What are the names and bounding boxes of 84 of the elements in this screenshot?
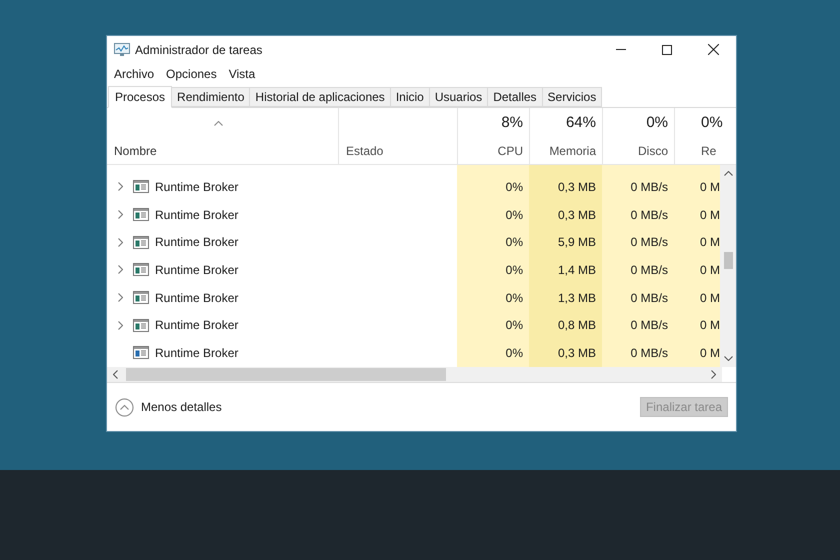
column-usage-percent: 64% [566, 112, 596, 132]
tab[interactable]: Rendimiento [172, 87, 250, 107]
table-cell-text: 0 M [700, 234, 720, 252]
scroll-down-icon[interactable] [724, 356, 733, 361]
menu-item[interactable]: Vista [222, 64, 262, 82]
table-cell: 0% [457, 173, 529, 201]
scrollbar-thumb[interactable] [724, 252, 733, 269]
process-name: Runtime Broker [155, 234, 238, 252]
maximize-icon [662, 44, 672, 54]
table-cell-text: 0 M [700, 178, 720, 196]
app-window-icon [133, 208, 149, 222]
expand-chevron-icon[interactable] [118, 182, 122, 192]
table-cell: 0 MB/s [602, 311, 674, 340]
tab[interactable]: Inicio [390, 87, 430, 107]
app-window-icon [133, 236, 149, 249]
column-header[interactable]: Disco [638, 142, 668, 160]
menu-item[interactable]: Opciones [160, 64, 223, 82]
menu-item[interactable]: Archivo [108, 64, 160, 82]
task-manager-icon [114, 42, 130, 56]
table-cell-text: 0 M [700, 290, 720, 307]
horizontal-scrollbar[interactable] [107, 367, 722, 382]
process-name: Runtime Broker [155, 206, 238, 224]
column-usage-percent: 0% [646, 112, 668, 132]
app-window-icon [133, 291, 149, 304]
table-cell: 1,3 MB [529, 284, 602, 312]
minimize-icon [616, 49, 626, 50]
process-name: Runtime Broker [155, 178, 238, 196]
app-window-icon [133, 263, 149, 276]
tab[interactable]: Usuarios [430, 87, 488, 107]
table-cell: 5,9 MB [529, 228, 602, 256]
column-header[interactable]: Re [701, 142, 716, 160]
expand-chevron-icon[interactable] [118, 238, 122, 247]
table-cell-text: 0 M [700, 317, 720, 334]
app-window-icon [133, 346, 149, 360]
table-cell: 0,3 MB [529, 173, 602, 201]
table-cell: 0 MB/s [602, 173, 674, 201]
process-name: Runtime Broker [155, 317, 238, 334]
tab[interactable]: Servicios [542, 87, 602, 107]
scroll-right-icon[interactable] [711, 370, 716, 379]
table-cell: 0 MB/s [602, 284, 674, 312]
tab[interactable]: Detalles [488, 87, 543, 107]
close-icon [708, 44, 718, 55]
process-name: Runtime Broker [155, 262, 238, 279]
table-cell: 0% [457, 284, 529, 312]
scroll-left-icon[interactable] [113, 370, 118, 379]
table-cell: 0 MB/s [602, 256, 674, 284]
column-header[interactable]: CPU [498, 142, 523, 160]
table-cell: 0% [457, 256, 529, 284]
process-name: Runtime Broker [155, 290, 238, 307]
column-header[interactable]: Estado [346, 142, 457, 160]
table-cell: 0 MB/s [602, 228, 674, 256]
expand-chevron-icon[interactable] [118, 265, 122, 274]
app-window-icon [133, 180, 149, 194]
tab[interactable]: Historial de aplicaciones [250, 87, 391, 107]
expand-chevron-icon[interactable] [118, 293, 122, 302]
vertical-scrollbar[interactable] [720, 165, 736, 367]
table-cell-text: 0 M [700, 262, 720, 279]
column-usage-percent: 8% [501, 112, 523, 132]
table-cell: 0 MB/s [602, 200, 674, 228]
scroll-up-icon[interactable] [724, 171, 733, 176]
process-name: Runtime Broker [155, 344, 238, 362]
table-cell: 0 MB/s [602, 339, 674, 367]
table-cell: 0% [457, 311, 529, 340]
scrollbar-thumb[interactable] [126, 368, 446, 381]
table-cell: 0,3 MB [529, 200, 602, 228]
sort-ascending-icon [214, 121, 223, 126]
expand-chevron-icon[interactable] [118, 320, 122, 330]
table-cell: 1,4 MB [529, 256, 602, 284]
column-header[interactable]: Nombre [114, 142, 338, 160]
table-cell-text: 0 M [700, 344, 720, 362]
table-cell: 0,8 MB [529, 311, 602, 340]
fewer-details-link[interactable]: Menos detalles [141, 398, 222, 416]
tab[interactable]: Procesos [108, 86, 172, 108]
app-window-icon [133, 318, 149, 332]
column-usage-percent: 0% [701, 112, 723, 132]
window-title: Administrador de tareas [135, 42, 264, 58]
table-cell: 0% [457, 228, 529, 256]
table-cell: 0,3 MB [529, 339, 602, 367]
table-cell-text: 0 M [700, 206, 720, 224]
expand-chevron-icon[interactable] [118, 210, 122, 220]
column-header[interactable]: Memoria [549, 142, 596, 160]
table-cell: 0% [457, 339, 529, 367]
collapse-circle-icon[interactable] [115, 398, 134, 416]
table-cell: 0% [457, 200, 529, 228]
